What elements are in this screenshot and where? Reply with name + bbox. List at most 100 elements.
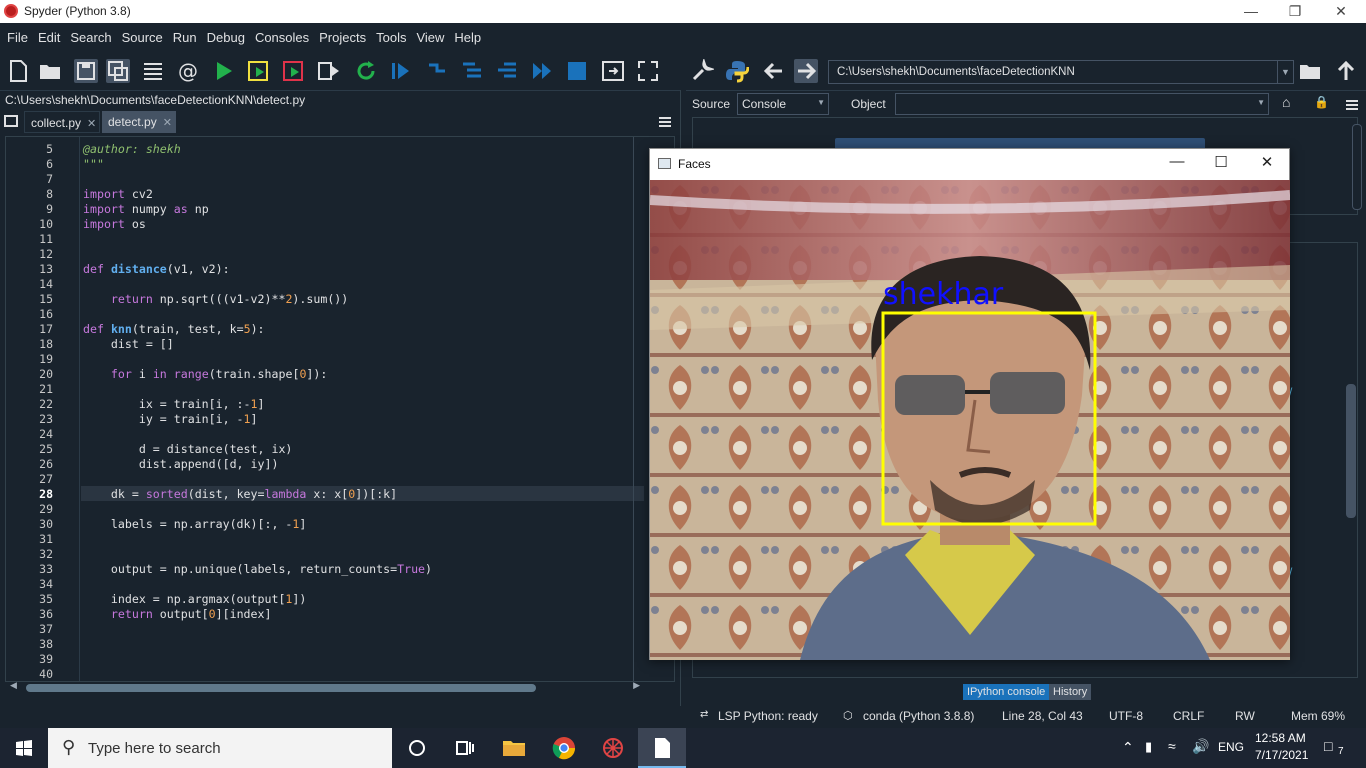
minimize-button[interactable]: —	[1154, 153, 1200, 175]
clock-date[interactable]: 7/17/2021	[1255, 748, 1308, 762]
code-line: iy = train[i, -1]	[83, 412, 258, 426]
menu-consoles[interactable]: Consoles	[250, 30, 314, 45]
clock-time[interactable]: 12:58 AM	[1255, 731, 1306, 745]
run-icon[interactable]	[212, 59, 236, 83]
menu-run[interactable]: Run	[168, 30, 202, 45]
menu-source[interactable]: Source	[117, 30, 168, 45]
restore-button[interactable]: ❐	[1272, 0, 1318, 23]
menu-projects[interactable]: Projects	[314, 30, 371, 45]
step-icon[interactable]	[425, 59, 449, 83]
menu-file[interactable]: File	[2, 30, 33, 45]
code-editor[interactable]: 5 6 7 8 9 10 11 12 13 14 15 16 17 18 19 20 21 22 23 24 25 26 2…	[5, 136, 675, 682]
new-file-icon[interactable]	[6, 59, 30, 83]
fullscreen-icon[interactable]	[636, 59, 660, 83]
tab-ipython-console[interactable]: IPython console	[963, 684, 1050, 700]
close-button[interactable]: ✕	[1244, 153, 1290, 175]
cortana-icon[interactable]	[405, 736, 429, 760]
menu-debug[interactable]: Debug	[202, 30, 250, 45]
stop-debug-icon[interactable]	[565, 59, 589, 83]
notifications-icon[interactable]: □	[1324, 738, 1332, 754]
close-tab-icon[interactable]: ✕	[87, 118, 96, 130]
step-return-icon[interactable]	[495, 59, 519, 83]
at-icon[interactable]: @	[176, 59, 200, 83]
scrollbar-thumb[interactable]	[26, 684, 536, 692]
faces-titlebar[interactable]: Faces — ☐ ✕	[650, 149, 1289, 180]
editor-horizontal-scrollbar[interactable]: ◀ ▶	[8, 680, 640, 694]
cursor-position: Line 28, Col 43	[1002, 709, 1083, 723]
taskbar-search[interactable]: ⚲ Type here to search	[48, 728, 392, 768]
debug-icon[interactable]	[389, 59, 413, 83]
editor-options-icon[interactable]	[658, 115, 672, 129]
source-combo-value: Console	[742, 97, 787, 111]
lsp-status[interactable]: LSP Python: ready	[718, 709, 818, 723]
lock-icon[interactable]: 🔒	[1314, 95, 1329, 109]
back-arrow-icon[interactable]	[762, 59, 786, 83]
language-indicator[interactable]: ENG	[1218, 740, 1244, 754]
source-combo[interactable]: Console ▼	[737, 93, 829, 115]
parent-dir-arrow-icon[interactable]	[1334, 59, 1358, 83]
tab-history[interactable]: History	[1049, 684, 1092, 700]
menu-search[interactable]: Search	[65, 30, 116, 45]
scroll-right-icon[interactable]: ▶	[633, 680, 640, 691]
code-line: dk = sorted(dist, key=lambda x: x[0])[:k…	[83, 487, 398, 501]
face-label: shekhar	[883, 277, 1004, 312]
menu-view[interactable]: View	[411, 30, 449, 45]
line-number: 29	[39, 502, 53, 516]
taskbar-active-app[interactable]	[638, 728, 686, 768]
line-number: 34	[39, 577, 53, 591]
line-number: 17	[39, 322, 53, 336]
menu-tools[interactable]: Tools	[371, 30, 411, 45]
outline-icon[interactable]	[141, 59, 165, 83]
home-icon[interactable]: ⌂	[1282, 94, 1290, 110]
battery-icon[interactable]: ▮	[1145, 739, 1152, 755]
run-selection-icon[interactable]	[317, 59, 341, 83]
status-bar: ⇄ LSP Python: ready ⬡ conda (Python 3.8.…	[0, 706, 1366, 728]
run-cell-icon[interactable]	[247, 59, 271, 83]
browse-folder-icon[interactable]	[1298, 59, 1322, 83]
tab-detect-py[interactable]: detect.py ✕	[102, 111, 176, 133]
chevron-down-icon[interactable]: ▼	[1277, 61, 1293, 83]
minimize-button[interactable]: —	[1228, 0, 1274, 23]
tab-label: detect.py	[108, 115, 157, 129]
line-number: 27	[39, 472, 53, 486]
python-path-icon[interactable]	[725, 59, 750, 83]
browse-tabs-icon[interactable]	[4, 115, 18, 127]
code-line: dist = []	[83, 337, 174, 351]
faces-window[interactable]: Faces — ☐ ✕ shekhar	[649, 148, 1290, 660]
chevron-up-icon[interactable]: ⌃	[1122, 739, 1134, 756]
save-all-icon[interactable]	[106, 59, 130, 83]
maximize-pane-icon[interactable]	[601, 59, 625, 83]
line-number: 24	[39, 427, 53, 441]
windows-start-icon[interactable]	[16, 740, 32, 756]
save-icon[interactable]	[74, 59, 98, 83]
help-scrollbar[interactable]	[1352, 124, 1362, 210]
console-scrollbar[interactable]	[1346, 384, 1356, 518]
working-directory-combo[interactable]: C:\Users\shekh\Documents\faceDetectionKN…	[828, 60, 1294, 84]
search-placeholder: Type here to search	[88, 740, 221, 757]
maximize-button[interactable]: ☐	[1198, 153, 1244, 175]
file-explorer-icon[interactable]	[502, 736, 526, 760]
task-view-icon[interactable]	[452, 736, 476, 760]
forward-arrow-icon[interactable]	[794, 59, 818, 83]
rerun-icon[interactable]	[354, 59, 378, 83]
chrome-icon[interactable]	[552, 736, 576, 760]
close-button[interactable]: ✕	[1318, 0, 1364, 23]
object-combo[interactable]: ▼	[895, 93, 1269, 115]
wrench-icon[interactable]	[690, 57, 716, 83]
volume-icon[interactable]: 🔊	[1192, 738, 1209, 755]
open-file-icon[interactable]	[38, 59, 62, 83]
run-cell-advance-icon[interactable]	[282, 59, 306, 83]
file-permissions: RW	[1235, 709, 1255, 723]
line-number: 5	[46, 142, 53, 156]
scroll-left-icon[interactable]: ◀	[10, 680, 17, 691]
env-status[interactable]: conda (Python 3.8.8)	[863, 709, 974, 723]
menu-edit[interactable]: Edit	[33, 30, 65, 45]
step-into-icon[interactable]	[460, 59, 484, 83]
help-options-icon[interactable]	[1345, 98, 1359, 112]
tab-collect-py[interactable]: collect.py ✕	[24, 111, 100, 133]
wifi-icon[interactable]: ≈	[1168, 738, 1176, 754]
menu-help[interactable]: Help	[449, 30, 486, 45]
spyder-taskbar-icon[interactable]	[601, 736, 625, 760]
continue-icon[interactable]	[530, 59, 554, 83]
close-tab-icon[interactable]: ✕	[163, 117, 172, 129]
